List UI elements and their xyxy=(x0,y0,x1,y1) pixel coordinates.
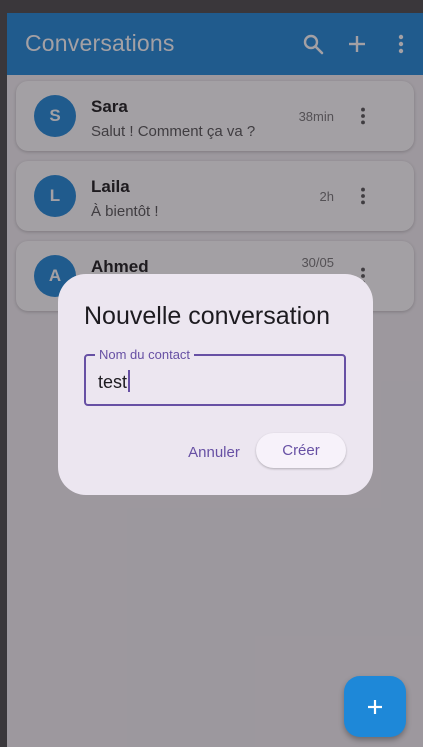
create-button[interactable]: Créer xyxy=(256,433,346,468)
cancel-button[interactable]: Annuler xyxy=(170,434,258,470)
field-label: Nom du contact xyxy=(95,347,195,362)
contact-name-field[interactable]: Nom du contact test xyxy=(84,347,346,406)
add-icon xyxy=(368,699,382,714)
new-conversation-dialog: Nouvelle conversation Nom du contact tes… xyxy=(58,274,373,495)
new-conversation-fab[interactable] xyxy=(344,676,406,737)
text-cursor xyxy=(128,370,131,392)
dialog-title: Nouvelle conversation xyxy=(84,302,330,330)
field-value-wrap: test xyxy=(98,370,131,393)
field-value: test xyxy=(98,372,128,392)
